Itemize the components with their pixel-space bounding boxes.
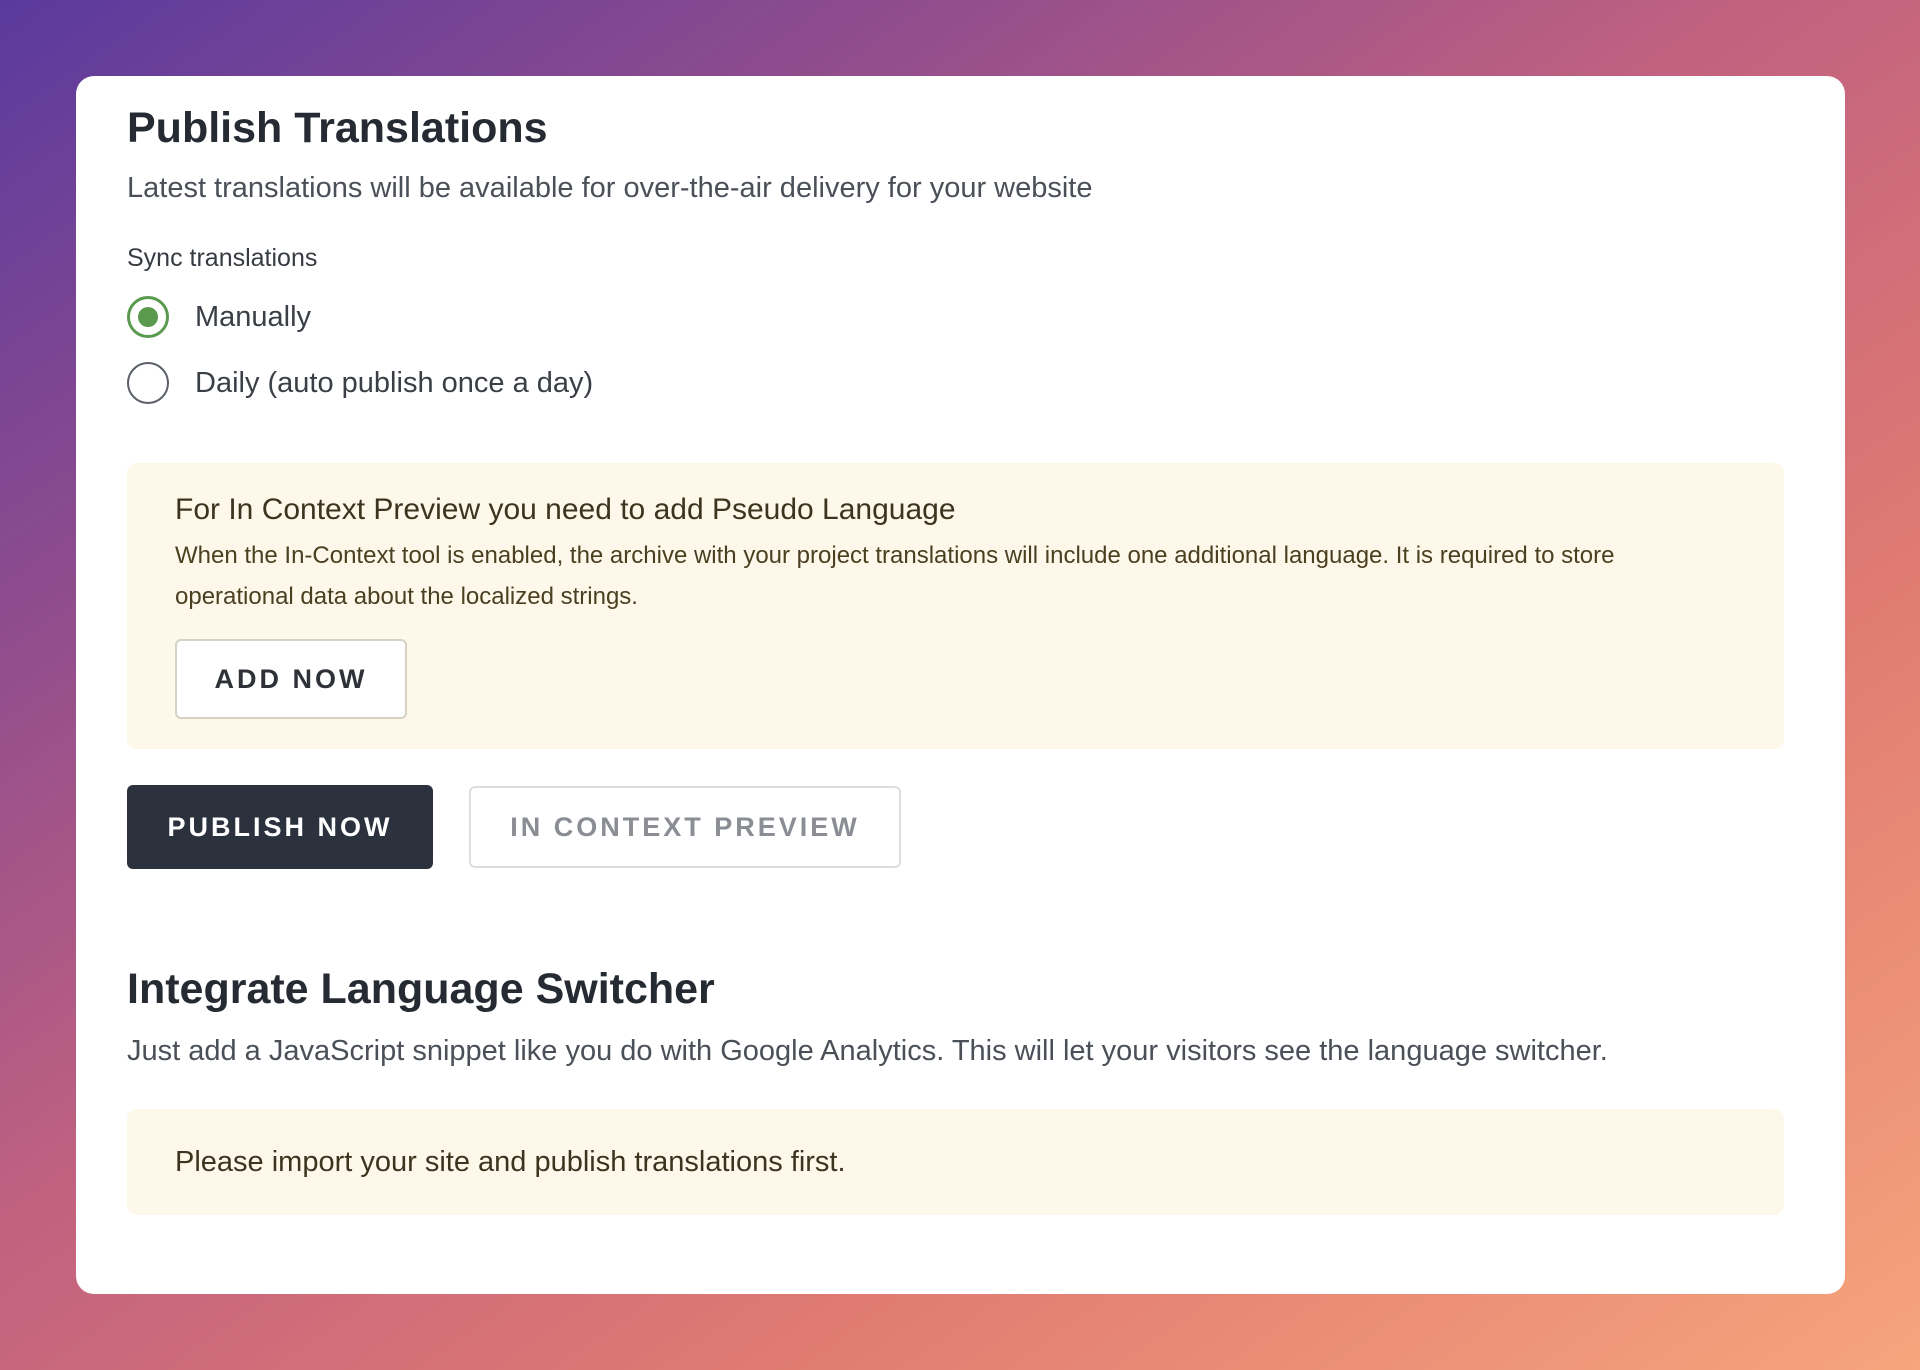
radio-option-daily[interactable]: Daily (auto publish once a day) — [127, 355, 1784, 411]
card-content: Publish Translations Latest translations… — [127, 100, 1784, 1215]
import-site-notice-text: Please import your site and publish tran… — [175, 1145, 846, 1178]
settings-card: Publish Translations Latest translations… — [76, 76, 1845, 1294]
sync-translations-label: Sync translations — [127, 244, 318, 272]
in-context-preview-button[interactable]: IN CONTEXT PREVIEW — [469, 786, 901, 868]
radio-daily-unchecked-icon[interactable] — [127, 362, 169, 404]
publish-actions: PUBLISH NOW IN CONTEXT PREVIEW — [127, 785, 1784, 869]
radio-manually-checked-icon[interactable] — [127, 296, 169, 338]
switcher-title: Integrate Language Switcher — [127, 965, 715, 1013]
publish-now-button[interactable]: PUBLISH NOW — [127, 785, 433, 869]
notice-body: When the In-Context tool is enabled, the… — [175, 542, 1615, 610]
pseudo-language-notice: For In Context Preview you need to add P… — [127, 463, 1784, 749]
radio-daily-label[interactable]: Daily (auto publish once a day) — [195, 367, 593, 400]
radio-manually-label[interactable]: Manually — [195, 301, 311, 334]
publish-title: Publish Translations — [127, 104, 548, 152]
publish-subtitle: Latest translations will be available fo… — [127, 172, 1093, 204]
radio-option-manually[interactable]: Manually — [127, 289, 1784, 345]
switcher-subtitle: Just add a JavaScript snippet like you d… — [127, 1035, 1608, 1067]
notice-title: For In Context Preview you need to add P… — [175, 493, 956, 526]
add-now-button[interactable]: ADD NOW — [175, 639, 407, 719]
import-site-notice: Please import your site and publish tran… — [127, 1109, 1784, 1215]
